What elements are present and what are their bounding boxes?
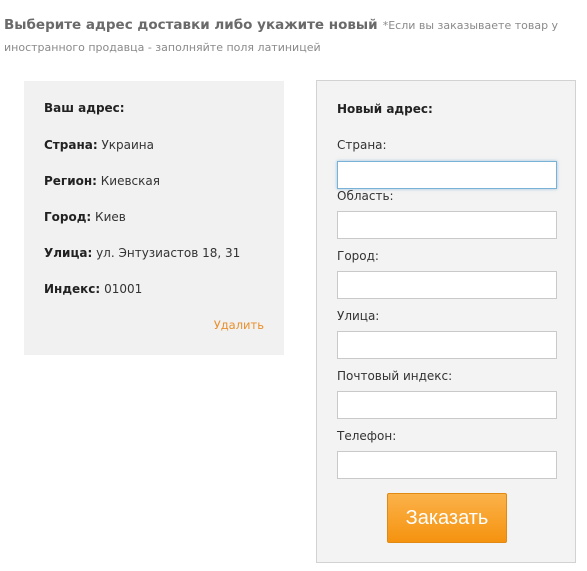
street-input[interactable]	[337, 331, 557, 359]
saved-region-value: Киевская	[100, 174, 160, 188]
city-input[interactable]	[337, 271, 557, 299]
country-input[interactable]	[337, 161, 557, 189]
page-title: Выберите адрес доставки либо укажите нов…	[4, 17, 378, 33]
saved-street-row: Улица: ул. Энтузиастов 18, 31	[44, 246, 240, 260]
postal-code-input[interactable]	[337, 391, 557, 419]
region-label: Область:	[337, 189, 394, 203]
new-address-form: Новый адрес: Страна: Область: Город: Ули…	[316, 80, 576, 563]
city-label: Город:	[337, 249, 379, 263]
phone-input[interactable]	[337, 451, 557, 479]
region-input[interactable]	[337, 211, 557, 239]
saved-street-label: Улица:	[44, 246, 93, 260]
saved-city-label: Город:	[44, 210, 92, 224]
country-label: Страна:	[337, 138, 387, 152]
saved-index-row: Индекс: 01001	[44, 282, 142, 296]
saved-address-card: Ваш адрес: Страна: Украина Регион: Киевс…	[24, 81, 284, 355]
postal-code-label: Почтовый индекс:	[337, 369, 453, 383]
phone-label: Телефон:	[337, 429, 397, 443]
new-address-title: Новый адрес:	[337, 102, 433, 116]
saved-city-row: Город: Киев	[44, 210, 126, 224]
delete-address-link[interactable]: Удалить	[214, 318, 264, 332]
saved-city-value: Киев	[95, 210, 126, 224]
saved-street-value: ул. Энтузиастов 18, 31	[96, 246, 241, 260]
saved-index-label: Индекс:	[44, 282, 101, 296]
saved-country-label: Страна:	[44, 138, 98, 152]
saved-region-label: Регион:	[44, 174, 97, 188]
street-label: Улица:	[337, 309, 380, 323]
saved-region-row: Регион: Киевская	[44, 174, 160, 188]
order-button[interactable]: Заказать	[387, 493, 507, 543]
saved-country-row: Страна: Украина	[44, 138, 154, 152]
saved-address-title: Ваш адрес:	[44, 101, 125, 115]
page-header: Выберите адрес доставки либо укажите нов…	[4, 14, 583, 58]
saved-index-value: 01001	[104, 282, 143, 296]
saved-country-value: Украина	[101, 138, 154, 152]
